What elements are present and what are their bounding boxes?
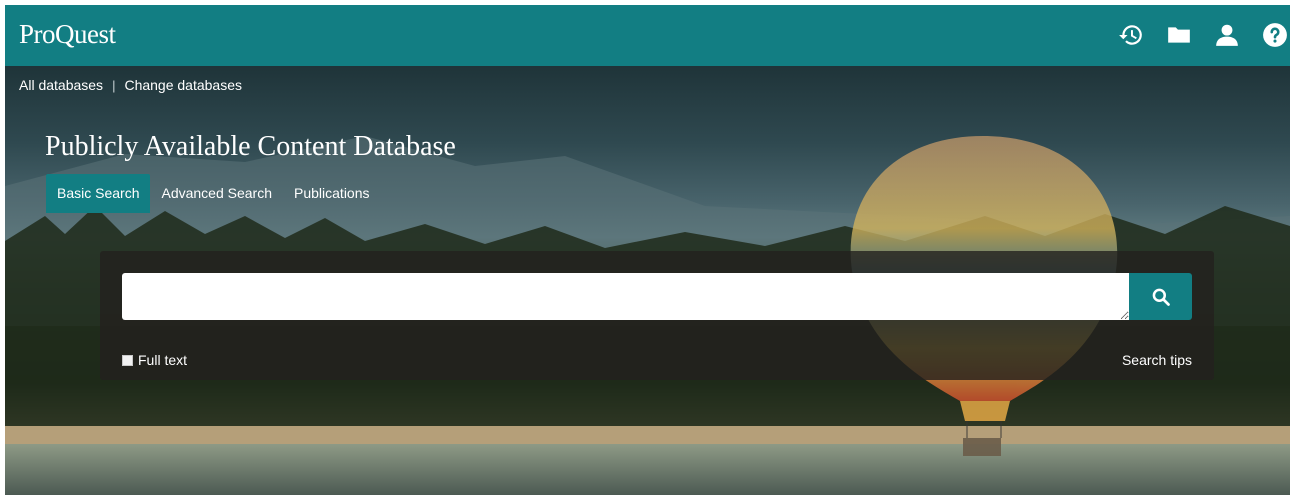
- change-databases-link[interactable]: Change databases: [124, 77, 242, 93]
- search-icon: [1152, 288, 1170, 306]
- database-title: Publicly Available Content Database: [45, 131, 456, 162]
- user-icon[interactable]: [1212, 20, 1242, 50]
- help-icon[interactable]: [1260, 20, 1290, 50]
- header-bar: ProQuest: [5, 5, 1290, 66]
- search-tips-link[interactable]: Search tips: [1122, 352, 1192, 368]
- full-text-label: Full text: [138, 352, 188, 368]
- search-tabs: Basic Search Advanced Search Publication…: [46, 174, 381, 213]
- search-input-wrapper: [122, 273, 1129, 320]
- search-button[interactable]: [1129, 273, 1192, 320]
- checkbox-box[interactable]: [122, 354, 133, 366]
- all-databases-link[interactable]: All databases: [19, 77, 103, 93]
- breadcrumb-separator: |: [112, 77, 116, 93]
- tab-publications[interactable]: Publications: [283, 174, 381, 213]
- header-icons: [1116, 20, 1290, 50]
- full-text-checkbox[interactable]: Full text: [122, 352, 187, 368]
- folder-icon[interactable]: [1164, 20, 1194, 50]
- proquest-logo[interactable]: ProQuest: [19, 19, 116, 50]
- tab-advanced-search[interactable]: Advanced Search: [150, 174, 283, 213]
- breadcrumb: All databases | Change databases: [19, 77, 242, 93]
- search-panel: Full text Search tips: [100, 251, 1214, 380]
- tab-basic-search[interactable]: Basic Search: [46, 174, 151, 213]
- hero-section: All databases | Change databases Publicl…: [5, 66, 1290, 495]
- proquest-page: ProQuest All databases | Change database…: [0, 0, 1290, 495]
- search-input[interactable]: [122, 273, 1129, 320]
- history-icon[interactable]: [1116, 20, 1146, 50]
